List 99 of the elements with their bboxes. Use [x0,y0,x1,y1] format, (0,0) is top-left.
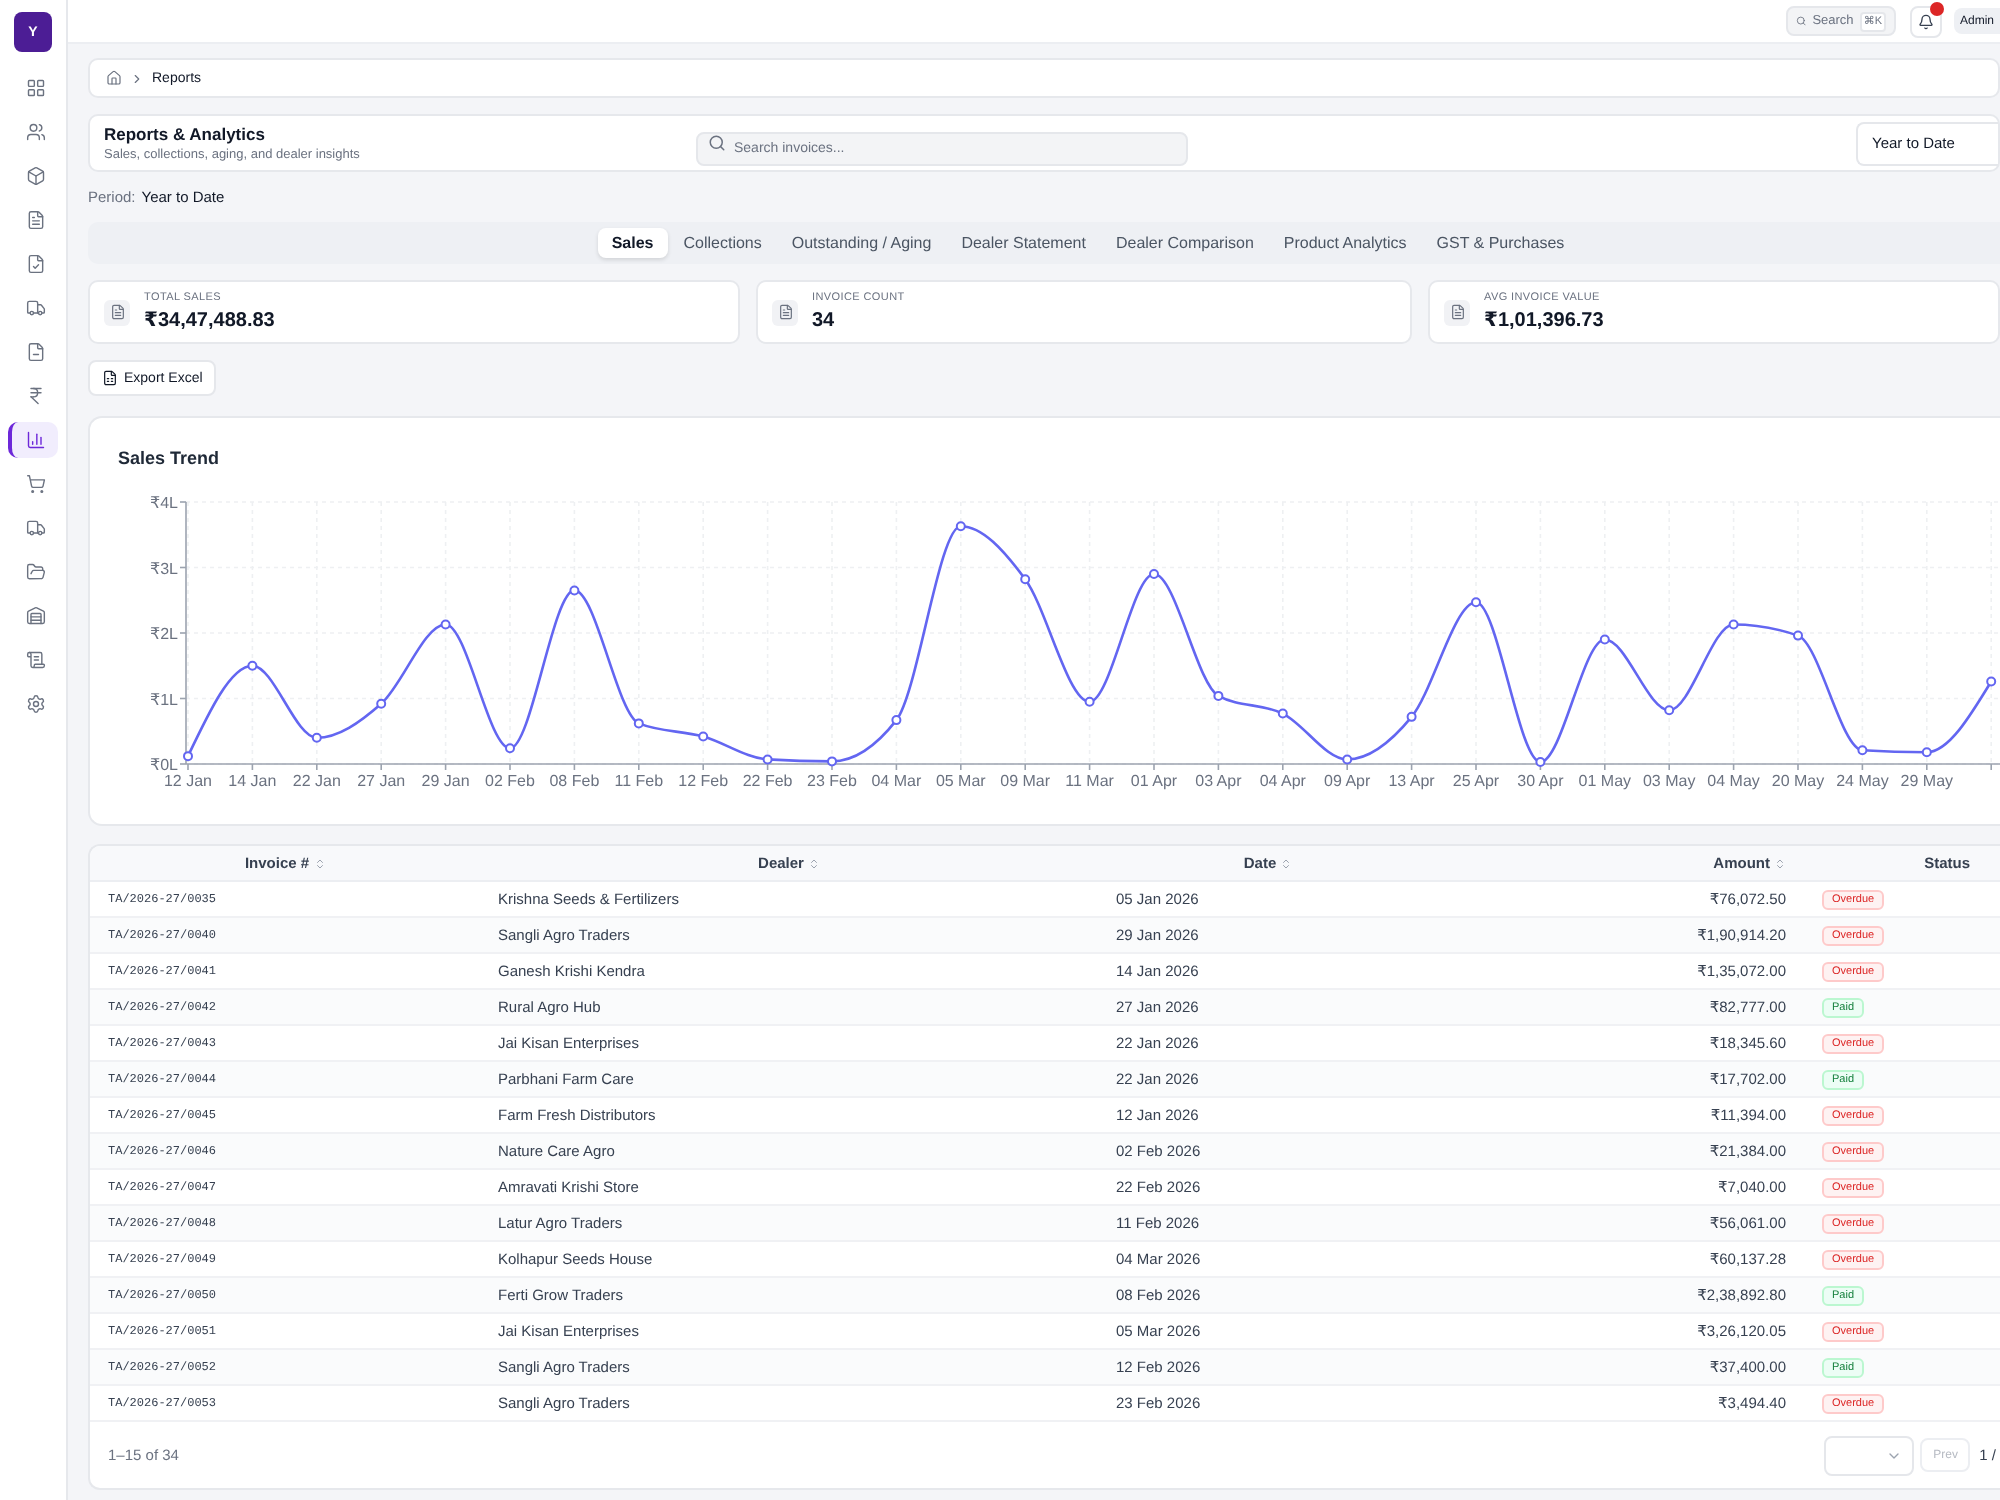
x-tick-label: 22 Jan [292,772,341,790]
x-tick-label: 05 Mar [935,772,986,790]
x-tick-label: 30 Apr [1517,772,1564,790]
warehouse-icon [25,606,45,626]
cart-icon [25,474,45,494]
x-tick-label: 12 Jan [163,772,213,790]
tab[interactable]: Dealer Statement [947,228,1100,258]
tab[interactable]: GST & Purchases [1422,228,1579,258]
tab[interactable]: Product Analytics [1269,228,1421,258]
notification-button[interactable] [1909,5,1942,37]
data-point [247,660,258,671]
home-icon[interactable] [106,70,122,86]
data-point [1471,597,1481,608]
x-tick-label: 24 May [1836,772,1889,790]
x-tick-label: 12 Feb [678,772,729,790]
data-point [1535,757,1546,768]
data-point [440,619,451,630]
x-tick-label: 22 Feb [742,772,793,790]
page-title: Reports & Analytics [104,123,267,143]
y-tick-label: ₹1L [150,690,178,709]
data-point [1664,705,1675,716]
x-tick-label: 02 Feb [485,772,535,790]
y-tick-label: ₹2L [150,625,178,643]
data-point [311,732,322,743]
users-icon [25,122,45,142]
x-tick-label: 29 May [1900,772,1954,790]
data-point [1406,711,1417,722]
tab[interactable]: Sales [597,228,668,258]
x-tick-label: 03 Apr [1195,772,1242,790]
x-tick-label: 27 Jan [357,772,406,790]
data-point [1857,745,1868,756]
data-point [183,751,193,762]
x-tick-label: 01 Apr [1130,772,1178,790]
chart-title: Sales Trend [118,446,222,470]
x-tick-label: 04 May [1707,772,1760,790]
x-tick-label: 11 Feb [614,772,664,790]
y-tick-label: ₹0L [150,756,178,774]
data-point [1921,747,1932,758]
y-tick-label: ₹4L [150,494,178,512]
chevron-right-icon [130,71,144,85]
data-point [698,731,709,742]
x-tick-label: 04 Apr [1259,772,1306,790]
tab[interactable]: Outstanding / Aging [777,228,946,258]
kpi-value: ₹34,47,488.83 [144,309,275,333]
tab[interactable]: Dealer Comparison [1101,228,1268,258]
data-point [376,698,387,709]
data-point [1599,634,1610,645]
data-point [633,718,644,729]
data-point [505,743,515,754]
rupee-icon [25,386,45,406]
x-tick-label: 13 Apr [1388,772,1435,790]
settings-icon [25,694,45,714]
scroll-icon [25,650,45,670]
data-point [1213,690,1224,701]
document-icon [25,210,45,230]
folder-icon [25,562,45,582]
truck-icon [25,298,45,318]
search-icon [1795,14,1807,28]
data-point [891,715,902,726]
x-tick-label: 20 May [1771,772,1825,790]
document-icon [25,342,45,362]
sidebar-item[interactable] [8,422,58,458]
x-tick-label: 08 Feb [549,772,600,790]
x-tick-label: 01 May [1578,772,1632,790]
data-point [1149,569,1159,580]
search-icon [708,134,726,152]
data-point [1277,708,1288,719]
data-point [1728,619,1739,630]
x-tick-label: 09 Mar [1000,772,1051,790]
x-tick-label: 14 Jan [228,772,277,790]
document-icon [1444,299,1470,325]
data-point [1084,696,1095,707]
data-point [1793,630,1803,641]
data-point [1020,574,1031,585]
kpi-value: ₹1,01,396.73 [1484,309,1604,333]
data-point [955,521,966,532]
x-tick-label: 04 Mar [871,772,922,790]
y-tick-label: ₹3L [150,559,178,578]
document-check-icon [25,254,45,274]
x-tick-label: 29 Jan [421,772,470,790]
kpi-value: 34 [812,309,837,333]
x-tick-label: 03 May [1642,772,1696,790]
tab[interactable]: Collections [669,228,776,258]
data-point [569,585,580,596]
x-tick-label: 11 Mar [1065,772,1114,790]
x-tick-label: 23 Feb [807,772,857,790]
file-icon [102,370,118,386]
x-tick-label: 09 Apr [1324,772,1371,790]
document-icon [772,299,798,325]
bar-chart-icon [25,430,45,450]
document-icon [104,299,130,325]
truck-icon [25,518,45,538]
data-point [762,754,773,765]
bell-icon [1917,13,1934,29]
grid-icon [25,78,45,98]
x-tick-label: 25 Apr [1452,772,1500,790]
data-point [827,756,837,767]
data-point [1342,754,1353,765]
box-icon [25,166,45,186]
